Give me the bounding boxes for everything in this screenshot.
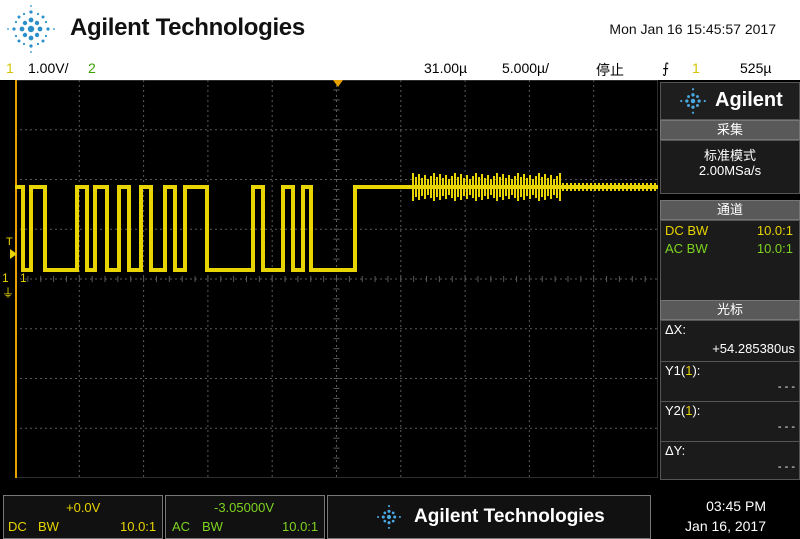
cursor-y2-value: - - - bbox=[777, 421, 795, 433]
trigger-level: 525µ bbox=[740, 60, 772, 76]
side-logo-text: Agilent bbox=[715, 89, 783, 111]
cursor-divider-1 bbox=[661, 361, 799, 362]
cursor-y2-label: Y2(1): bbox=[665, 403, 701, 418]
acquire-title[interactable]: 采集 bbox=[660, 120, 800, 140]
agilent-spark-small-icon bbox=[680, 88, 706, 114]
cursor-dx-label: ΔX: bbox=[665, 322, 686, 337]
ch2-offset: -3.05000V bbox=[214, 500, 274, 515]
cursor-y1-value: - - - bbox=[777, 381, 795, 393]
agilent-spark-footer-icon bbox=[377, 505, 401, 529]
footer-time: 03:45 PM bbox=[706, 498, 766, 514]
trigger-source: 1 bbox=[692, 60, 700, 76]
footer-bar: +0.0V DC BW 10.0:1 -3.05000V AC BW 10.0:… bbox=[0, 490, 800, 539]
run-state: 停止 bbox=[596, 62, 624, 78]
acquire-mode: 标准模式 bbox=[703, 148, 756, 163]
channels-panel[interactable]: DC BW 10.0:1 AC BW 10.0:1 bbox=[660, 220, 800, 302]
ch1-probe-ratio: 10.0:1 bbox=[756, 223, 793, 238]
brand-title: Agilent Technologies bbox=[70, 14, 305, 41]
trigger-edge-icon: ⨍ bbox=[662, 60, 670, 76]
ch2-coupling: AC bbox=[172, 519, 191, 534]
cursor-dy-label: ΔY: bbox=[665, 443, 686, 458]
channels-title[interactable]: 通道 bbox=[660, 200, 800, 220]
header-bar: Agilent Technologies Mon Jan 16 15:45:57… bbox=[0, 0, 800, 59]
trigger-arrow-icon bbox=[10, 249, 17, 259]
ch2-probe-ratio: 10.0:1 bbox=[756, 241, 793, 256]
header-datetime: Mon Jan 16 15:45:57 2017 bbox=[609, 21, 776, 37]
cursors-panel[interactable]: ΔX: +54.285380us Y1(1): - - - Y2(1): - -… bbox=[660, 320, 800, 480]
footer-date: Jan 16, 2017 bbox=[685, 518, 766, 534]
footer-brand: Agilent Technologies bbox=[414, 506, 605, 527]
ch1-ground-marker: 1 bbox=[2, 271, 9, 285]
ch2-label[interactable]: 2 bbox=[88, 60, 96, 76]
side-panel: Agilent 采集 标准模式 2.00MSa/s 通道 DC BW 10.0:… bbox=[660, 80, 800, 480]
side-logo: Agilent bbox=[660, 82, 800, 120]
ch1-coupling-bw: DC BW bbox=[665, 223, 709, 238]
ch1-marker-label: 1 bbox=[20, 271, 27, 285]
ch2-footer-box[interactable]: -3.05000V AC BW 10.0:1 bbox=[165, 495, 325, 539]
waveform-svg[interactable] bbox=[14, 79, 659, 479]
ch1-label[interactable]: 1 bbox=[6, 60, 14, 76]
ch2-bw: BW bbox=[202, 519, 223, 534]
trigger-level-marker: T bbox=[6, 236, 13, 248]
ch1-offset: +0.0V bbox=[66, 500, 101, 515]
trigger-position-icon bbox=[333, 80, 343, 87]
cursor-dx-value: +54.285380us bbox=[712, 341, 795, 356]
ch1-bw: BW bbox=[38, 519, 59, 534]
acquire-rate: 2.00MSa/s bbox=[698, 163, 762, 178]
waveform-display[interactable] bbox=[14, 79, 659, 479]
agilent-spark-logo-icon bbox=[7, 5, 55, 53]
cursor-y1-label: Y1(1): bbox=[665, 363, 701, 378]
cursor-dy-value: - - - bbox=[777, 461, 795, 473]
ground-icon: ⏚ bbox=[2, 286, 15, 300]
cursors-title[interactable]: 光标 bbox=[660, 300, 800, 320]
ch1-footer-box[interactable]: +0.0V DC BW 10.0:1 bbox=[3, 495, 163, 539]
ch1-coupling: DC bbox=[8, 519, 27, 534]
cursor-divider-2 bbox=[661, 401, 799, 402]
ch1-scale: 1.00V/ bbox=[28, 60, 69, 76]
ch1-footer-probe: 10.0:1 bbox=[120, 519, 157, 534]
status-bar: 1 1.00V/ 2 31.00µ 5.000µ/ 停止 ⨍ 1 525µ bbox=[0, 59, 800, 80]
ch2-coupling-bw: AC BW bbox=[665, 241, 708, 256]
ch2-footer-probe: 10.0:1 bbox=[282, 519, 319, 534]
acquire-panel[interactable]: 标准模式 2.00MSa/s bbox=[660, 140, 800, 194]
cursor-divider-3 bbox=[661, 441, 799, 442]
time-offset: 31.00µ bbox=[424, 60, 468, 76]
time-scale: 5.000µ/ bbox=[502, 60, 549, 76]
footer-brand-box: Agilent Technologies bbox=[327, 495, 651, 539]
